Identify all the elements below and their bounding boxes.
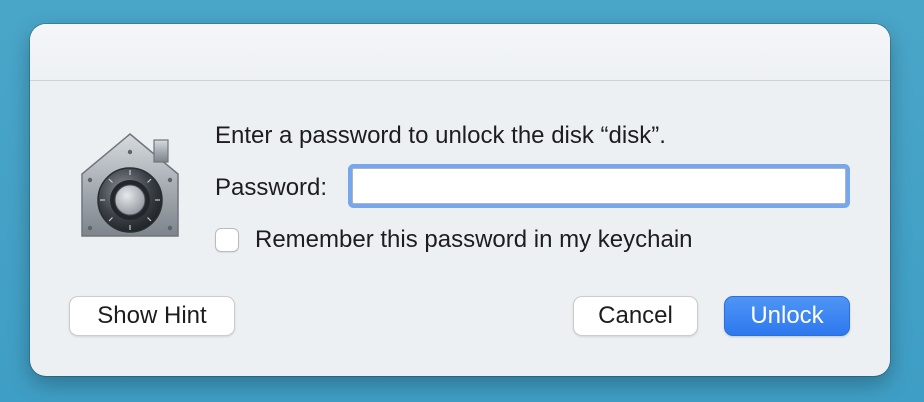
- remember-password-option[interactable]: Remember this password in my keychain: [215, 224, 693, 256]
- dialog-titlebar[interactable]: [30, 24, 890, 81]
- show-hint-button[interactable]: Show Hint: [69, 296, 235, 336]
- password-label: Password:: [215, 174, 328, 201]
- vault-lock-icon: [81, 133, 179, 237]
- unlock-disk-dialog: Enter a password to unlock the disk “dis…: [30, 24, 890, 376]
- password-field[interactable]: [352, 168, 846, 204]
- unlock-button[interactable]: Unlock: [724, 296, 850, 336]
- cancel-button[interactable]: Cancel: [573, 296, 698, 336]
- dialog-message: Enter a password to unlock the disk “dis…: [215, 122, 666, 149]
- remember-password-checkbox[interactable]: [215, 228, 239, 252]
- remember-password-label: Remember this password in my keychain: [255, 226, 693, 253]
